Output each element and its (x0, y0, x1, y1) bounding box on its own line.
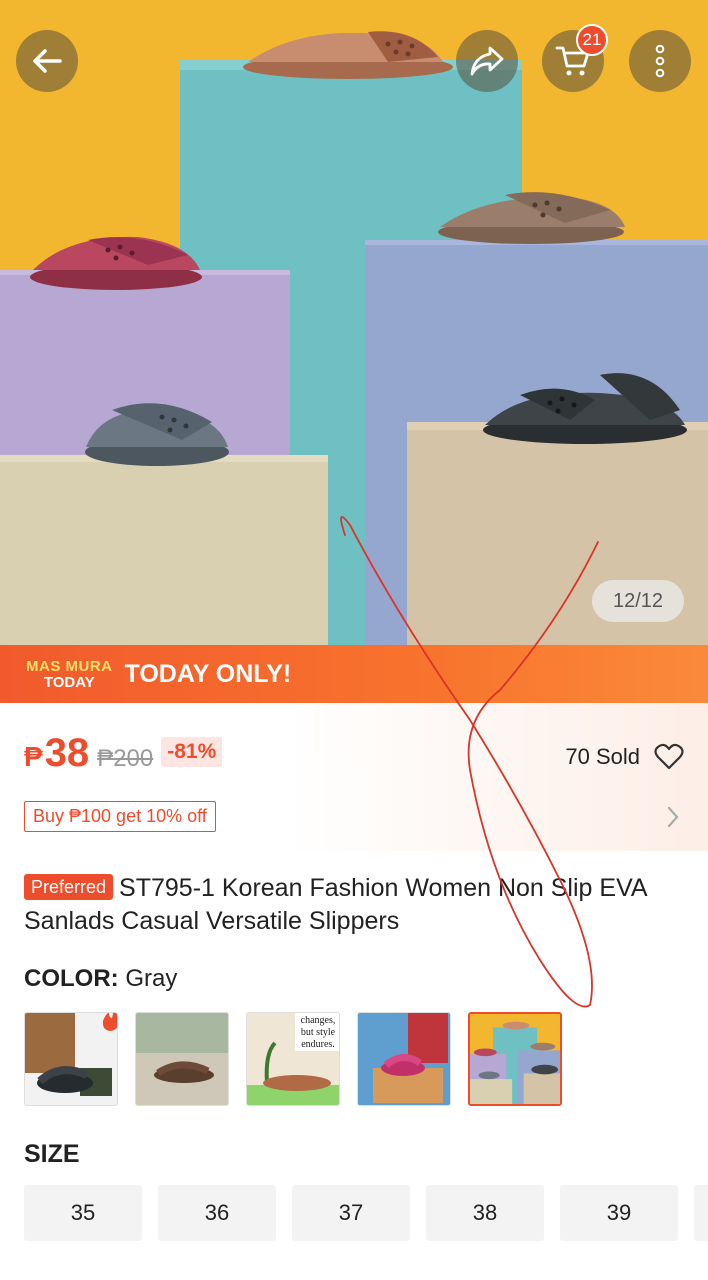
selected-color: Gray (125, 965, 178, 992)
color-swatches: changes, but style endures. (24, 1012, 562, 1106)
price-row: ₱ 38 ₱200 -81% (24, 731, 223, 776)
sandal-black-image (483, 373, 687, 444)
size-label: SIZE (24, 1140, 80, 1168)
product-title: Preferred ST795-1 Korean Fashion Women No… (24, 872, 684, 938)
share-button[interactable] (456, 30, 518, 92)
product-title-text: ST795-1 Korean Fashion Women Non Slip EV… (24, 874, 647, 935)
size-option-38[interactable]: 38 (426, 1185, 544, 1241)
size-options: 35 36 37 38 39 (24, 1185, 708, 1241)
cart-button[interactable]: 21 (542, 24, 608, 92)
size-option-39[interactable]: 39 (560, 1185, 678, 1241)
sandal-maroon-image (30, 236, 202, 290)
size-option-35[interactable]: 35 (24, 1185, 142, 1241)
color-swatch-black[interactable] (24, 1012, 118, 1106)
size-option-partial[interactable] (694, 1185, 708, 1241)
flash-promo-banner[interactable]: MAS MURA TODAY TODAY ONLY! (0, 645, 708, 703)
cart-count-badge: 21 (576, 24, 608, 56)
promo-logo-line1: MAS MURA (26, 657, 113, 675)
size-option-37[interactable]: 37 (292, 1185, 410, 1241)
chevron-right-icon[interactable] (666, 805, 680, 829)
preferred-badge: Preferred (24, 874, 114, 900)
color-swatch-gray[interactable] (468, 1012, 562, 1106)
promo-text: TODAY ONLY! (124, 659, 292, 688)
voucher-tag[interactable]: Buy ₱100 get 10% off (24, 801, 216, 832)
more-options-button[interactable] (629, 30, 691, 92)
current-price: 38 (44, 731, 90, 775)
color-swatch-pink[interactable] (357, 1012, 451, 1106)
swatch-caption: changes, but style endures. (300, 1015, 336, 1050)
price-section: ₱ 38 ₱200 -81% 70 Sold Buy ₱100 get 10% … (0, 703, 708, 851)
display-block (0, 462, 328, 645)
swatch-brown-image (136, 1013, 228, 1105)
promo-logo-line2: TODAY (43, 673, 95, 691)
more-vertical-icon (655, 44, 665, 78)
heart-icon[interactable] (654, 743, 684, 771)
back-button[interactable] (16, 30, 78, 92)
image-counter: 12/12 (592, 580, 684, 622)
size-option-36[interactable]: 36 (158, 1185, 276, 1241)
hot-fire-icon (102, 1013, 117, 1031)
color-label: COLOR: (24, 965, 119, 992)
discount-badge: -81% (161, 737, 223, 767)
share-icon (470, 46, 504, 76)
color-label-row: COLOR: Gray (24, 965, 177, 993)
sold-count-row: 70 Sold (565, 743, 684, 771)
product-page: 21 12/12 MAS MURA TODAY TODAY ONLY! ₱ 38… (0, 0, 708, 1280)
product-image-carousel[interactable]: 21 12/12 (0, 0, 708, 645)
sandal-gray-image (85, 403, 229, 466)
swatch-pink-image (373, 1013, 448, 1103)
color-swatch-tan[interactable]: changes, but style endures. (246, 1012, 340, 1106)
mas-mura-logo: MAS MURA TODAY (26, 659, 113, 690)
sold-count: 70 Sold (565, 744, 640, 769)
original-price: ₱200 (97, 745, 154, 772)
swatch-gray-image (470, 1021, 560, 1104)
sandal-brown-image (243, 31, 453, 79)
sandal-taupe-image (438, 192, 625, 244)
color-swatch-brown[interactable] (135, 1012, 229, 1106)
price-currency: ₱ (24, 741, 43, 772)
arrow-left-icon (33, 49, 62, 73)
